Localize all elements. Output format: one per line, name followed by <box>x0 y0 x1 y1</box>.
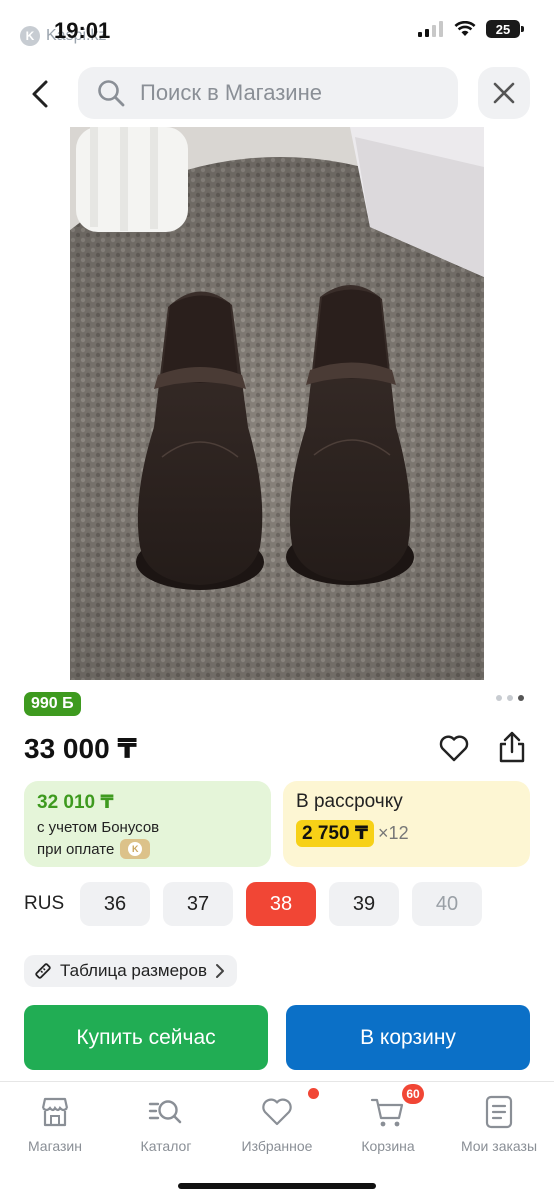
cart-count-badge: 60 <box>402 1084 424 1104</box>
kaspi-logo-icon: K <box>20 26 40 46</box>
bonus-badge: 990 Б <box>24 692 81 716</box>
search-icon <box>98 80 125 107</box>
nav-item-catalog[interactable]: Каталог <box>116 1092 216 1154</box>
size-system-label: RUS <box>24 893 65 914</box>
nav-label: Корзина <box>361 1138 415 1154</box>
chevron-left-icon <box>32 80 48 108</box>
installment-card[interactable]: В рассрочку 2 750 ₸ ×12 <box>283 781 530 867</box>
search-field[interactable] <box>78 67 458 119</box>
catalog-search-icon <box>146 1092 186 1132</box>
nav-item-favorites[interactable]: Избранное <box>227 1088 327 1154</box>
heart-icon <box>257 1088 319 1132</box>
installment-amount: 2 750 ₸ <box>296 820 375 847</box>
kaspi-pay-icon: K <box>120 839 151 859</box>
favorite-button[interactable] <box>436 730 472 766</box>
size-option-40-unavailable[interactable]: 40 <box>412 882 482 926</box>
search-header <box>0 66 554 122</box>
orders-icon <box>479 1092 519 1132</box>
heart-icon <box>439 735 469 762</box>
image-pagination <box>496 695 524 701</box>
pagination-dot[interactable] <box>496 695 502 701</box>
product-price: 33 000 ₸ <box>24 733 137 764</box>
installment-title: В рассрочку <box>296 791 403 812</box>
size-option-38-selected[interactable]: 38 <box>246 882 316 926</box>
size-option-39[interactable]: 39 <box>329 882 399 926</box>
nav-label: Избранное <box>241 1138 313 1154</box>
cart-icon: 60 <box>368 1084 424 1132</box>
close-icon <box>493 82 515 104</box>
ruler-icon <box>35 963 51 979</box>
notification-dot <box>308 1088 319 1099</box>
share-icon <box>499 731 525 763</box>
bonus-price-card[interactable]: 32 010 ₸ с учетом Бонусов при оплате K <box>24 781 271 867</box>
status-bar: K Kaspi.kz 19:01 25 <box>0 0 554 62</box>
share-button[interactable] <box>494 728 530 766</box>
size-option-37[interactable]: 37 <box>163 882 233 926</box>
product-photo-loafers <box>70 127 484 680</box>
size-table-label: Таблица размеров <box>60 961 207 980</box>
nav-item-cart[interactable]: 60 Корзина <box>338 1084 438 1154</box>
size-option-36[interactable]: 36 <box>80 882 150 926</box>
chevron-right-icon <box>215 964 224 978</box>
bonus-price: 32 010 ₸ <box>37 792 114 813</box>
home-indicator[interactable] <box>178 1183 376 1189</box>
installment-months: ×12 <box>378 823 409 843</box>
wifi-icon <box>454 21 476 36</box>
pagination-dot[interactable] <box>507 695 513 701</box>
add-to-cart-button[interactable]: В корзину <box>286 1005 530 1070</box>
nav-label: Каталог <box>140 1138 192 1154</box>
back-button[interactable] <box>20 74 60 114</box>
signal-icon <box>418 21 443 37</box>
status-icons: 25 <box>418 20 524 38</box>
battery-indicator: 25 <box>486 20 524 38</box>
status-time: 19:01 <box>54 18 111 43</box>
size-selector: RUS 36 37 38 39 40 <box>24 882 495 926</box>
nav-item-orders[interactable]: Мои заказы <box>449 1092 549 1154</box>
installment-row: 2 750 ₸ ×12 <box>296 820 517 847</box>
nav-label: Мои заказы <box>460 1138 538 1154</box>
nav-label: Магазин <box>27 1138 82 1154</box>
buy-now-button[interactable]: Купить сейчас <box>24 1005 268 1070</box>
pagination-dot-active[interactable] <box>518 695 524 701</box>
search-input[interactable] <box>140 80 430 106</box>
close-button[interactable] <box>478 67 530 119</box>
bonus-caption: с учетом Бонусов <box>37 819 160 836</box>
product-image[interactable] <box>70 127 484 680</box>
bonus-caption-2: при оплате K <box>37 839 258 859</box>
store-icon <box>35 1092 75 1132</box>
nav-item-store[interactable]: Магазин <box>5 1092 105 1154</box>
bonus-caption-text: при оплате <box>37 840 115 858</box>
size-table-button[interactable]: Таблица размеров <box>24 955 237 987</box>
